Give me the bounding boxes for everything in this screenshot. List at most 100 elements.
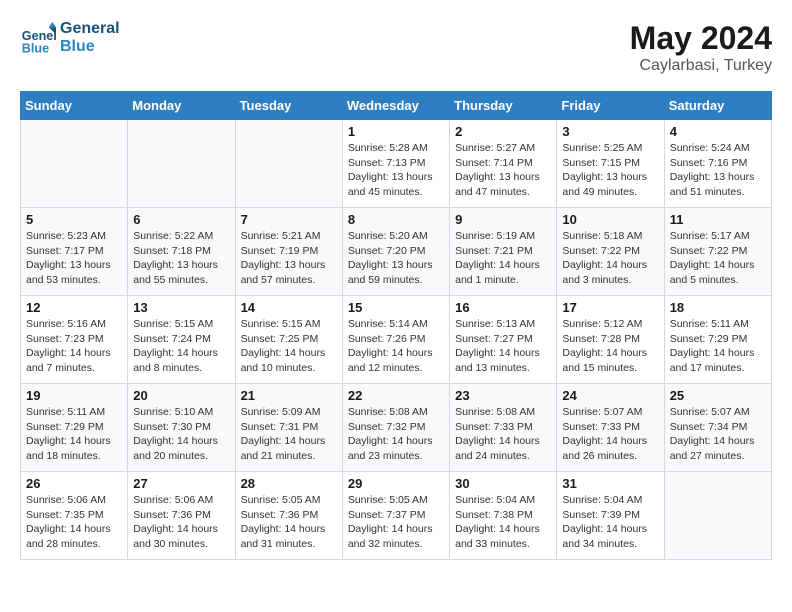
- day-info-14: Sunrise: 5:15 AM Sunset: 7:25 PM Dayligh…: [241, 317, 337, 376]
- day-info-1: Sunrise: 5:28 AM Sunset: 7:13 PM Dayligh…: [348, 141, 444, 200]
- day-info-27: Sunrise: 5:06 AM Sunset: 7:36 PM Dayligh…: [133, 493, 229, 552]
- weekday-header-tuesday: Tuesday: [235, 92, 342, 120]
- day-cell-23: 23 Sunrise: 5:08 AM Sunset: 7:33 PM Dayli…: [450, 384, 557, 472]
- day-info-29: Sunrise: 5:05 AM Sunset: 7:37 PM Dayligh…: [348, 493, 444, 552]
- page-header: General Blue General Blue May 2024 Cayla…: [20, 20, 772, 75]
- week-row-2: 5 Sunrise: 5:23 AM Sunset: 7:17 PM Daylig…: [21, 208, 772, 296]
- day-cell-18: 18 Sunrise: 5:11 AM Sunset: 7:29 PM Dayli…: [664, 296, 771, 384]
- day-cell-20: 20Sunrise: 5:10 AM Sunset: 7:30 PM Dayli…: [128, 384, 235, 472]
- day-cell-6: 6Sunrise: 5:22 AM Sunset: 7:18 PM Daylig…: [128, 208, 235, 296]
- day-number-31: 31: [562, 476, 658, 491]
- logo-line1: General: [60, 20, 120, 38]
- weekday-header-friday: Friday: [557, 92, 664, 120]
- day-cell-25: 25Sunrise: 5:07 AM Sunset: 7:34 PM Dayli…: [664, 384, 771, 472]
- day-cell-22: 22Sunrise: 5:08 AM Sunset: 7:32 PM Dayli…: [342, 384, 449, 472]
- day-cell-empty: [128, 120, 235, 208]
- day-cell-21: 21 Sunrise: 5:09 AM Sunset: 7:31 PM Dayli…: [235, 384, 342, 472]
- day-info-24: Sunrise: 5:07 AM Sunset: 7:33 PM Dayligh…: [562, 405, 658, 464]
- day-info-13: Sunrise: 5:15 AM Sunset: 7:24 PM Dayligh…: [133, 317, 229, 376]
- day-info-15: Sunrise: 5:14 AM Sunset: 7:26 PM Dayligh…: [348, 317, 444, 376]
- day-cell-1: 1Sunrise: 5:28 AM Sunset: 7:13 PM Daylig…: [342, 120, 449, 208]
- week-row-5: 26 Sunrise: 5:06 AM Sunset: 7:35 PM Dayli…: [21, 472, 772, 560]
- day-info-21: Sunrise: 5:09 AM Sunset: 7:31 PM Dayligh…: [241, 405, 337, 464]
- week-row-4: 19 Sunrise: 5:11 AM Sunset: 7:29 PM Dayli…: [21, 384, 772, 472]
- day-cell-9: 9 Sunrise: 5:19 AM Sunset: 7:21 PM Daylig…: [450, 208, 557, 296]
- day-number-4: 4: [670, 124, 766, 139]
- day-cell-19: 19 Sunrise: 5:11 AM Sunset: 7:29 PM Dayli…: [21, 384, 128, 472]
- day-number-15: 15: [348, 300, 444, 315]
- day-cell-7: 7 Sunrise: 5:21 AM Sunset: 7:19 PM Daylig…: [235, 208, 342, 296]
- day-info-10: Sunrise: 5:18 AM Sunset: 7:22 PM Dayligh…: [562, 229, 658, 288]
- day-info-23: Sunrise: 5:08 AM Sunset: 7:33 PM Dayligh…: [455, 405, 551, 464]
- day-cell-11: 11 Sunrise: 5:17 AM Sunset: 7:22 PM Dayli…: [664, 208, 771, 296]
- day-number-12: 12: [26, 300, 122, 315]
- day-info-19: Sunrise: 5:11 AM Sunset: 7:29 PM Dayligh…: [26, 405, 122, 464]
- day-info-31: Sunrise: 5:04 AM Sunset: 7:39 PM Dayligh…: [562, 493, 658, 552]
- day-cell-10: 10 Sunrise: 5:18 AM Sunset: 7:22 PM Dayli…: [557, 208, 664, 296]
- day-info-16: Sunrise: 5:13 AM Sunset: 7:27 PM Dayligh…: [455, 317, 551, 376]
- day-number-30: 30: [455, 476, 551, 491]
- day-info-7: Sunrise: 5:21 AM Sunset: 7:19 PM Dayligh…: [241, 229, 337, 288]
- logo: General Blue General Blue: [20, 20, 120, 56]
- day-cell-3: 3 Sunrise: 5:25 AM Sunset: 7:15 PM Daylig…: [557, 120, 664, 208]
- day-info-9: Sunrise: 5:19 AM Sunset: 7:21 PM Dayligh…: [455, 229, 551, 288]
- weekday-header-monday: Monday: [128, 92, 235, 120]
- day-number-10: 10: [562, 212, 658, 227]
- day-cell-2: 2Sunrise: 5:27 AM Sunset: 7:14 PM Daylig…: [450, 120, 557, 208]
- day-cell-13: 13 Sunrise: 5:15 AM Sunset: 7:24 PM Dayli…: [128, 296, 235, 384]
- day-cell-empty: [21, 120, 128, 208]
- day-number-11: 11: [670, 212, 766, 227]
- day-cell-8: 8 Sunrise: 5:20 AM Sunset: 7:20 PM Daylig…: [342, 208, 449, 296]
- day-number-28: 28: [241, 476, 337, 491]
- day-number-29: 29: [348, 476, 444, 491]
- day-info-4: Sunrise: 5:24 AM Sunset: 7:16 PM Dayligh…: [670, 141, 766, 200]
- day-info-18: Sunrise: 5:11 AM Sunset: 7:29 PM Dayligh…: [670, 317, 766, 376]
- day-number-19: 19: [26, 388, 122, 403]
- day-info-5: Sunrise: 5:23 AM Sunset: 7:17 PM Dayligh…: [26, 229, 122, 288]
- day-number-13: 13: [133, 300, 229, 315]
- day-cell-29: 29 Sunrise: 5:05 AM Sunset: 7:37 PM Dayli…: [342, 472, 449, 560]
- day-info-12: Sunrise: 5:16 AM Sunset: 7:23 PM Dayligh…: [26, 317, 122, 376]
- day-cell-16: 16 Sunrise: 5:13 AM Sunset: 7:27 PM Dayli…: [450, 296, 557, 384]
- day-number-5: 5: [26, 212, 122, 227]
- day-info-26: Sunrise: 5:06 AM Sunset: 7:35 PM Dayligh…: [26, 493, 122, 552]
- day-number-26: 26: [26, 476, 122, 491]
- day-number-25: 25: [670, 388, 766, 403]
- day-info-11: Sunrise: 5:17 AM Sunset: 7:22 PM Dayligh…: [670, 229, 766, 288]
- day-info-2: Sunrise: 5:27 AM Sunset: 7:14 PM Dayligh…: [455, 141, 551, 200]
- day-cell-30: 30 Sunrise: 5:04 AM Sunset: 7:38 PM Dayli…: [450, 472, 557, 560]
- day-number-6: 6: [133, 212, 229, 227]
- day-number-16: 16: [455, 300, 551, 315]
- weekday-header-thursday: Thursday: [450, 92, 557, 120]
- day-cell-empty: [664, 472, 771, 560]
- week-row-1: 1Sunrise: 5:28 AM Sunset: 7:13 PM Daylig…: [21, 120, 772, 208]
- day-cell-27: 27 Sunrise: 5:06 AM Sunset: 7:36 PM Dayli…: [128, 472, 235, 560]
- week-row-3: 12 Sunrise: 5:16 AM Sunset: 7:23 PM Dayli…: [21, 296, 772, 384]
- day-number-22: 22: [348, 388, 444, 403]
- day-number-18: 18: [670, 300, 766, 315]
- day-number-27: 27: [133, 476, 229, 491]
- day-number-9: 9: [455, 212, 551, 227]
- day-info-8: Sunrise: 5:20 AM Sunset: 7:20 PM Dayligh…: [348, 229, 444, 288]
- day-number-21: 21: [241, 388, 337, 403]
- day-info-3: Sunrise: 5:25 AM Sunset: 7:15 PM Dayligh…: [562, 141, 658, 200]
- weekday-header-row: SundayMondayTuesdayWednesdayThursdayFrid…: [21, 92, 772, 120]
- day-info-28: Sunrise: 5:05 AM Sunset: 7:36 PM Dayligh…: [241, 493, 337, 552]
- day-cell-4: 4 Sunrise: 5:24 AM Sunset: 7:16 PM Daylig…: [664, 120, 771, 208]
- day-number-7: 7: [241, 212, 337, 227]
- day-number-24: 24: [562, 388, 658, 403]
- day-number-8: 8: [348, 212, 444, 227]
- weekday-header-sunday: Sunday: [21, 92, 128, 120]
- day-number-23: 23: [455, 388, 551, 403]
- day-cell-24: 24 Sunrise: 5:07 AM Sunset: 7:33 PM Dayli…: [557, 384, 664, 472]
- logo-icon: General Blue: [20, 20, 56, 56]
- day-cell-5: 5 Sunrise: 5:23 AM Sunset: 7:17 PM Daylig…: [21, 208, 128, 296]
- day-number-3: 3: [562, 124, 658, 139]
- day-info-20: Sunrise: 5:10 AM Sunset: 7:30 PM Dayligh…: [133, 405, 229, 464]
- day-cell-17: 17Sunrise: 5:12 AM Sunset: 7:28 PM Dayli…: [557, 296, 664, 384]
- day-info-17: Sunrise: 5:12 AM Sunset: 7:28 PM Dayligh…: [562, 317, 658, 376]
- day-cell-31: 31 Sunrise: 5:04 AM Sunset: 7:39 PM Dayli…: [557, 472, 664, 560]
- day-info-30: Sunrise: 5:04 AM Sunset: 7:38 PM Dayligh…: [455, 493, 551, 552]
- calendar-table: SundayMondayTuesdayWednesdayThursdayFrid…: [20, 91, 772, 560]
- month-year: May 2024: [630, 20, 772, 57]
